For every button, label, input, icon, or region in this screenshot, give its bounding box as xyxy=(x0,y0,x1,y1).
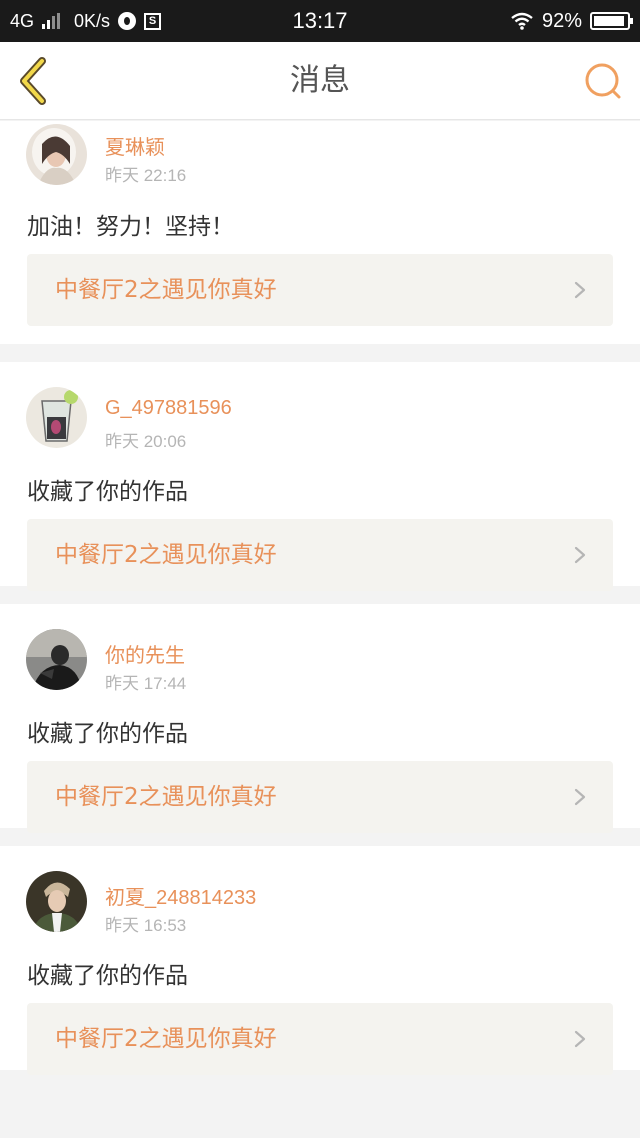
work-link[interactable]: 中餐厅2之遇见你真好 xyxy=(27,1003,613,1075)
username[interactable]: G_497881596 xyxy=(105,397,232,420)
work-title: 中餐厅2之遇见你真好 xyxy=(55,1026,277,1052)
message-card: 初夏_248814233 昨天 16:53 收藏了你的作品 中餐厅2之遇见你真好 xyxy=(0,846,640,1075)
avatar[interactable] xyxy=(26,871,87,932)
avatar[interactable] xyxy=(26,629,87,690)
message-text: 收藏了你的作品 xyxy=(27,721,188,747)
username[interactable]: 夏琳颖 xyxy=(105,131,165,160)
page-title: 消息 xyxy=(290,63,350,98)
chevron-right-icon xyxy=(574,546,586,564)
work-title: 中餐厅2之遇见你真好 xyxy=(55,542,277,568)
message-text: 收藏了你的作品 xyxy=(27,479,188,505)
username[interactable]: 你的先生 xyxy=(105,639,185,668)
work-link[interactable]: 中餐厅2之遇见你真好 xyxy=(27,519,613,591)
message-list: 夏琳颖 昨天 22:16 加油！努力！坚持！ 中餐厅2之遇见你真好 G_4978… xyxy=(0,121,640,1075)
message-card: 你的先生 昨天 17:44 收藏了你的作品 中餐厅2之遇见你真好 xyxy=(0,604,640,833)
message-card: G_497881596 昨天 20:06 收藏了你的作品 中餐厅2之遇见你真好 xyxy=(0,362,640,591)
work-link[interactable]: 中餐厅2之遇见你真好 xyxy=(27,254,613,326)
work-title: 中餐厅2之遇见你真好 xyxy=(55,277,277,303)
search-button[interactable] xyxy=(582,60,626,104)
message-text: 收藏了你的作品 xyxy=(27,963,188,989)
work-title: 中餐厅2之遇见你真好 xyxy=(55,784,277,810)
work-link[interactable]: 中餐厅2之遇见你真好 xyxy=(27,761,613,833)
timestamp: 昨天 22:16 xyxy=(105,166,187,185)
search-icon xyxy=(585,63,621,99)
chevron-right-icon xyxy=(574,1030,586,1048)
battery-percent: 92% xyxy=(541,9,582,32)
timestamp: 昨天 16:53 xyxy=(105,916,187,935)
wifi-icon xyxy=(511,12,533,30)
battery-icon xyxy=(590,12,633,30)
avatar[interactable] xyxy=(26,124,87,185)
message-text: 加油！努力！坚持！ xyxy=(27,214,234,240)
status-bar: 4G 0K/s S 13:17 92% xyxy=(0,0,640,42)
nav-bar: 消息 xyxy=(0,42,640,120)
avatar[interactable] xyxy=(26,387,87,448)
chevron-right-icon xyxy=(574,788,586,806)
timestamp: 昨天 20:06 xyxy=(105,432,187,451)
message-card: 夏琳颖 昨天 22:16 加油！努力！坚持！ 中餐厅2之遇见你真好 xyxy=(0,121,640,344)
timestamp: 昨天 17:44 xyxy=(105,674,187,693)
chevron-right-icon xyxy=(574,281,586,299)
username[interactable]: 初夏_248814233 xyxy=(105,881,256,910)
